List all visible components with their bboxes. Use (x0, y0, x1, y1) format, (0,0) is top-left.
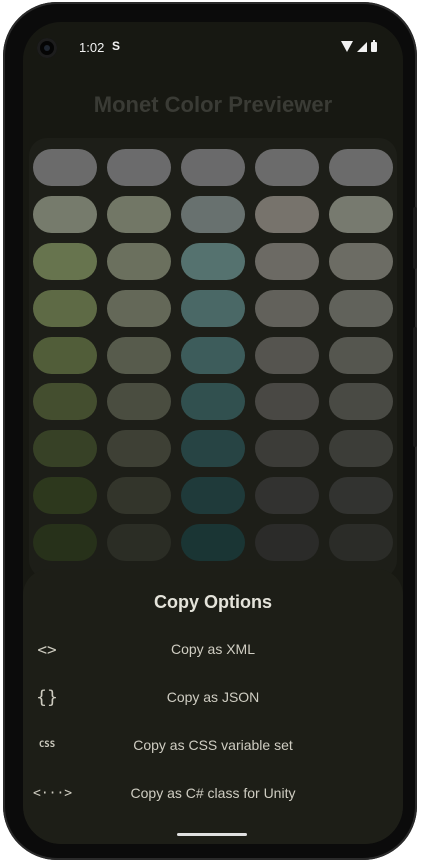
notification-icon: S (112, 39, 121, 53)
color-swatch[interactable] (329, 289, 393, 327)
color-swatch[interactable] (107, 242, 171, 280)
color-swatch[interactable] (181, 430, 245, 468)
color-swatch[interactable] (33, 242, 97, 280)
color-swatch[interactable] (33, 149, 97, 186)
color-swatch[interactable] (33, 289, 97, 327)
color-swatch[interactable] (107, 430, 171, 468)
color-swatch[interactable] (107, 289, 171, 327)
status-bar: 1:02 S (23, 22, 403, 74)
phone-frame: 1:02 S Monet Color Previewer Copy Option… (3, 2, 417, 860)
color-swatch[interactable] (33, 524, 97, 562)
color-swatch[interactable] (255, 430, 319, 468)
copy-xml-label: Copy as XML (170, 641, 256, 657)
copy-csharp-label: Copy as C# class for Unity (130, 785, 296, 801)
color-swatch[interactable] (255, 195, 319, 233)
copy-options-sheet: Copy Options <> Copy as XML {} Copy as J… (23, 569, 403, 844)
color-swatch[interactable] (255, 149, 319, 186)
color-swatch[interactable] (329, 430, 393, 468)
color-swatch[interactable] (33, 477, 97, 515)
color-swatch[interactable] (107, 524, 171, 562)
color-swatch[interactable] (33, 336, 97, 374)
copy-json-label: Copy as JSON (166, 689, 260, 705)
color-swatch[interactable] (107, 383, 171, 421)
color-swatch[interactable] (181, 195, 245, 233)
color-swatch[interactable] (255, 242, 319, 280)
cell-signal-icon (357, 41, 367, 52)
color-swatch[interactable] (181, 242, 245, 280)
color-swatch[interactable] (255, 477, 319, 515)
battery-icon (371, 39, 377, 52)
system-icons (341, 39, 377, 52)
color-swatch[interactable] (107, 477, 171, 515)
color-swatch[interactable] (181, 477, 245, 515)
color-swatch[interactable] (107, 195, 171, 233)
copy-csharp-option[interactable]: <···> Copy as C# class for Unity (23, 771, 403, 815)
status-time: 1:02 (79, 40, 105, 55)
color-swatch[interactable] (329, 242, 393, 280)
color-swatch[interactable] (181, 524, 245, 562)
palette-panel (29, 138, 397, 578)
color-swatch[interactable] (329, 524, 393, 562)
color-swatch[interactable] (181, 383, 245, 421)
home-indicator[interactable] (177, 833, 247, 836)
wifi-icon (341, 41, 353, 52)
volume-button (413, 327, 417, 447)
palette-grid (33, 149, 393, 562)
color-swatch[interactable] (33, 195, 97, 233)
color-swatch[interactable] (255, 289, 319, 327)
copy-css-option[interactable]: CSS Copy as CSS variable set (23, 723, 403, 767)
copy-xml-option[interactable]: <> Copy as XML (23, 627, 403, 671)
color-swatch[interactable] (329, 477, 393, 515)
color-swatch[interactable] (107, 149, 171, 186)
copy-json-option[interactable]: {} Copy as JSON (23, 675, 403, 719)
power-button (413, 207, 417, 269)
color-swatch[interactable] (33, 430, 97, 468)
color-swatch[interactable] (255, 336, 319, 374)
copy-css-label: Copy as CSS variable set (133, 737, 293, 753)
camera-hole (37, 38, 57, 58)
color-swatch[interactable] (329, 336, 393, 374)
screen: 1:02 S Monet Color Previewer Copy Option… (23, 22, 403, 844)
color-swatch[interactable] (181, 149, 245, 186)
color-swatch[interactable] (181, 289, 245, 327)
color-swatch[interactable] (107, 336, 171, 374)
color-swatch[interactable] (255, 524, 319, 562)
color-swatch[interactable] (329, 149, 393, 186)
color-swatch[interactable] (181, 336, 245, 374)
color-swatch[interactable] (33, 383, 97, 421)
page-title: Monet Color Previewer (93, 92, 333, 117)
sheet-title: Copy Options (154, 592, 272, 612)
color-swatch[interactable] (329, 195, 393, 233)
color-swatch[interactable] (255, 383, 319, 421)
color-swatch[interactable] (329, 383, 393, 421)
